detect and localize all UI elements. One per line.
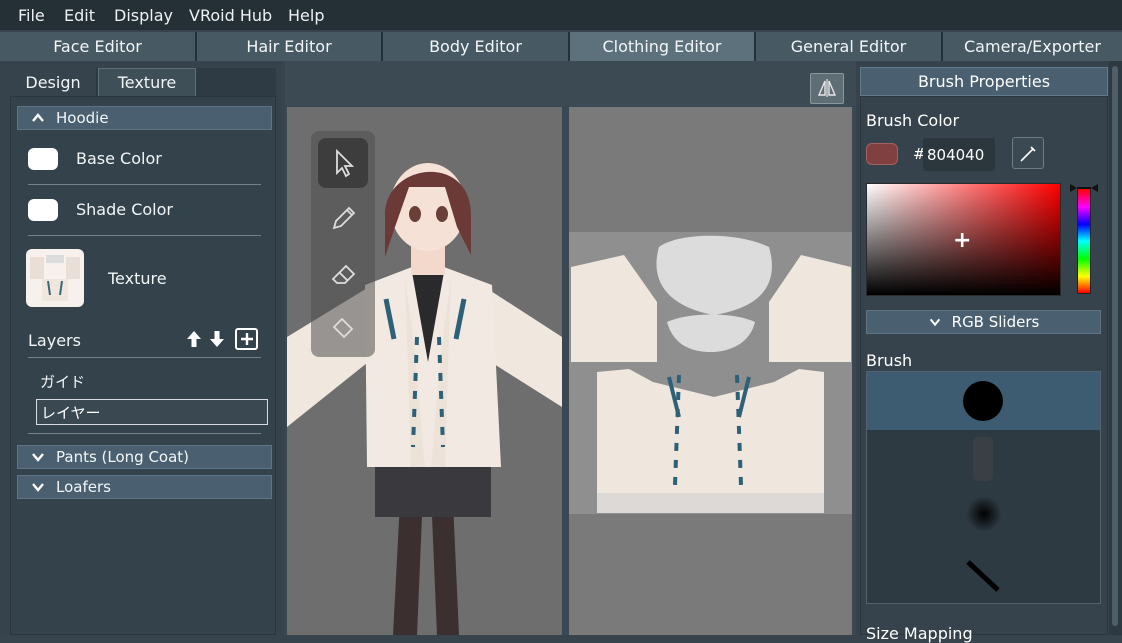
soft-brush-icon[interactable] bbox=[964, 494, 1004, 534]
pencil-icon bbox=[332, 206, 356, 230]
hue-slider-handle[interactable] bbox=[1069, 183, 1099, 193]
scrollbar-thumb[interactable] bbox=[1112, 66, 1118, 626]
eraser-tool-button[interactable] bbox=[318, 248, 368, 298]
editor-tab-bar: Face Editor Hair Editor Body Editor Clot… bbox=[0, 32, 1122, 61]
chevron-up-icon bbox=[32, 113, 44, 122]
tab-design[interactable]: Design bbox=[10, 68, 96, 96]
section-pants-label: Pants (Long Coat) bbox=[56, 448, 190, 466]
section-loafers-label: Loafers bbox=[56, 478, 111, 496]
add-layer-button[interactable] bbox=[235, 328, 258, 350]
viewport-toolbar bbox=[285, 61, 856, 106]
tab-camera-exporter[interactable]: Camera/Exporter bbox=[943, 32, 1122, 61]
plus-icon bbox=[240, 333, 253, 345]
menu-vroid-hub[interactable]: VRoid Hub bbox=[189, 6, 272, 25]
viewport-separator[interactable] bbox=[562, 107, 569, 635]
current-color-swatch[interactable] bbox=[866, 143, 898, 165]
left-panel-frame bbox=[10, 96, 276, 635]
divider bbox=[28, 235, 261, 236]
eyedropper-button[interactable] bbox=[1012, 137, 1044, 169]
chevron-down-icon bbox=[929, 318, 940, 327]
layer-move-up-button[interactable] bbox=[184, 328, 204, 350]
hex-color-input[interactable]: 804040 bbox=[923, 138, 995, 171]
menu-bar: File Edit Display VRoid Hub Help bbox=[0, 0, 1122, 30]
fill-tool-button[interactable] bbox=[318, 303, 368, 353]
layers-label: Layers bbox=[28, 331, 81, 350]
section-loafers-header[interactable]: Loafers bbox=[17, 475, 272, 499]
divider bbox=[28, 433, 261, 434]
divider bbox=[28, 184, 261, 185]
arrow-down-icon bbox=[210, 331, 224, 347]
tab-texture[interactable]: Texture bbox=[98, 68, 196, 96]
mirror-icon bbox=[817, 79, 837, 97]
left-panel-tabs: Design Texture bbox=[10, 68, 276, 96]
chevron-down-icon bbox=[32, 453, 44, 462]
shade-color-label: Shade Color bbox=[76, 200, 173, 219]
layer-move-down-button[interactable] bbox=[207, 328, 227, 350]
pen-tool-button[interactable] bbox=[318, 193, 368, 243]
rgb-sliders-header[interactable]: RGB Sliders bbox=[866, 310, 1101, 334]
texture-preview-image bbox=[30, 255, 80, 301]
brush-label: Brush bbox=[866, 351, 913, 370]
base-color-swatch[interactable] bbox=[28, 148, 58, 170]
tab-general-editor[interactable]: General Editor bbox=[756, 32, 941, 61]
brush-properties-title: Brush Properties bbox=[860, 67, 1108, 96]
section-hoodie-label: Hoodie bbox=[56, 109, 109, 127]
stroke-brush-icon[interactable] bbox=[960, 556, 1006, 596]
textured-brush-icon[interactable] bbox=[968, 434, 998, 484]
texture-label: Texture bbox=[108, 269, 167, 288]
tab-clothing-editor[interactable]: Clothing Editor bbox=[570, 32, 754, 61]
color-picker-cursor[interactable]: + bbox=[953, 230, 971, 252]
fill-bucket-icon bbox=[332, 317, 354, 339]
tab-face-editor[interactable]: Face Editor bbox=[0, 32, 195, 61]
layer-name-input[interactable] bbox=[36, 399, 268, 425]
round-brush-icon bbox=[963, 381, 1003, 421]
shade-color-swatch[interactable] bbox=[28, 199, 58, 221]
tab-body-editor[interactable]: Body Editor bbox=[383, 32, 568, 61]
uv-texture-viewport[interactable] bbox=[569, 107, 852, 635]
menu-help[interactable]: Help bbox=[288, 6, 324, 25]
eyedropper-icon bbox=[1020, 146, 1036, 162]
divider bbox=[28, 357, 261, 358]
tab-hair-editor[interactable]: Hair Editor bbox=[197, 32, 381, 61]
section-hoodie-header[interactable]: Hoodie bbox=[17, 106, 272, 130]
size-mapping-label: Size Mapping bbox=[866, 624, 973, 643]
mirror-toggle-button[interactable] bbox=[810, 73, 844, 104]
cursor-arrow-icon bbox=[336, 148, 355, 178]
base-color-label: Base Color bbox=[76, 149, 162, 168]
layer-item-guide[interactable]: ガイド bbox=[40, 371, 85, 392]
rgb-sliders-label: RGB Sliders bbox=[951, 313, 1040, 331]
select-tool-button[interactable] bbox=[318, 138, 368, 188]
menu-edit[interactable]: Edit bbox=[64, 6, 95, 25]
menu-file[interactable]: File bbox=[18, 6, 45, 25]
texture-thumbnail[interactable] bbox=[26, 249, 84, 307]
brush-color-label: Brush Color bbox=[866, 111, 960, 130]
eraser-icon bbox=[331, 264, 356, 284]
section-pants-header[interactable]: Pants (Long Coat) bbox=[17, 445, 272, 469]
arrow-up-icon bbox=[187, 331, 201, 347]
uv-texture-map bbox=[569, 232, 852, 514]
hue-slider[interactable] bbox=[1077, 188, 1091, 294]
chevron-down-icon bbox=[32, 483, 44, 492]
menu-display[interactable]: Display bbox=[114, 6, 173, 25]
